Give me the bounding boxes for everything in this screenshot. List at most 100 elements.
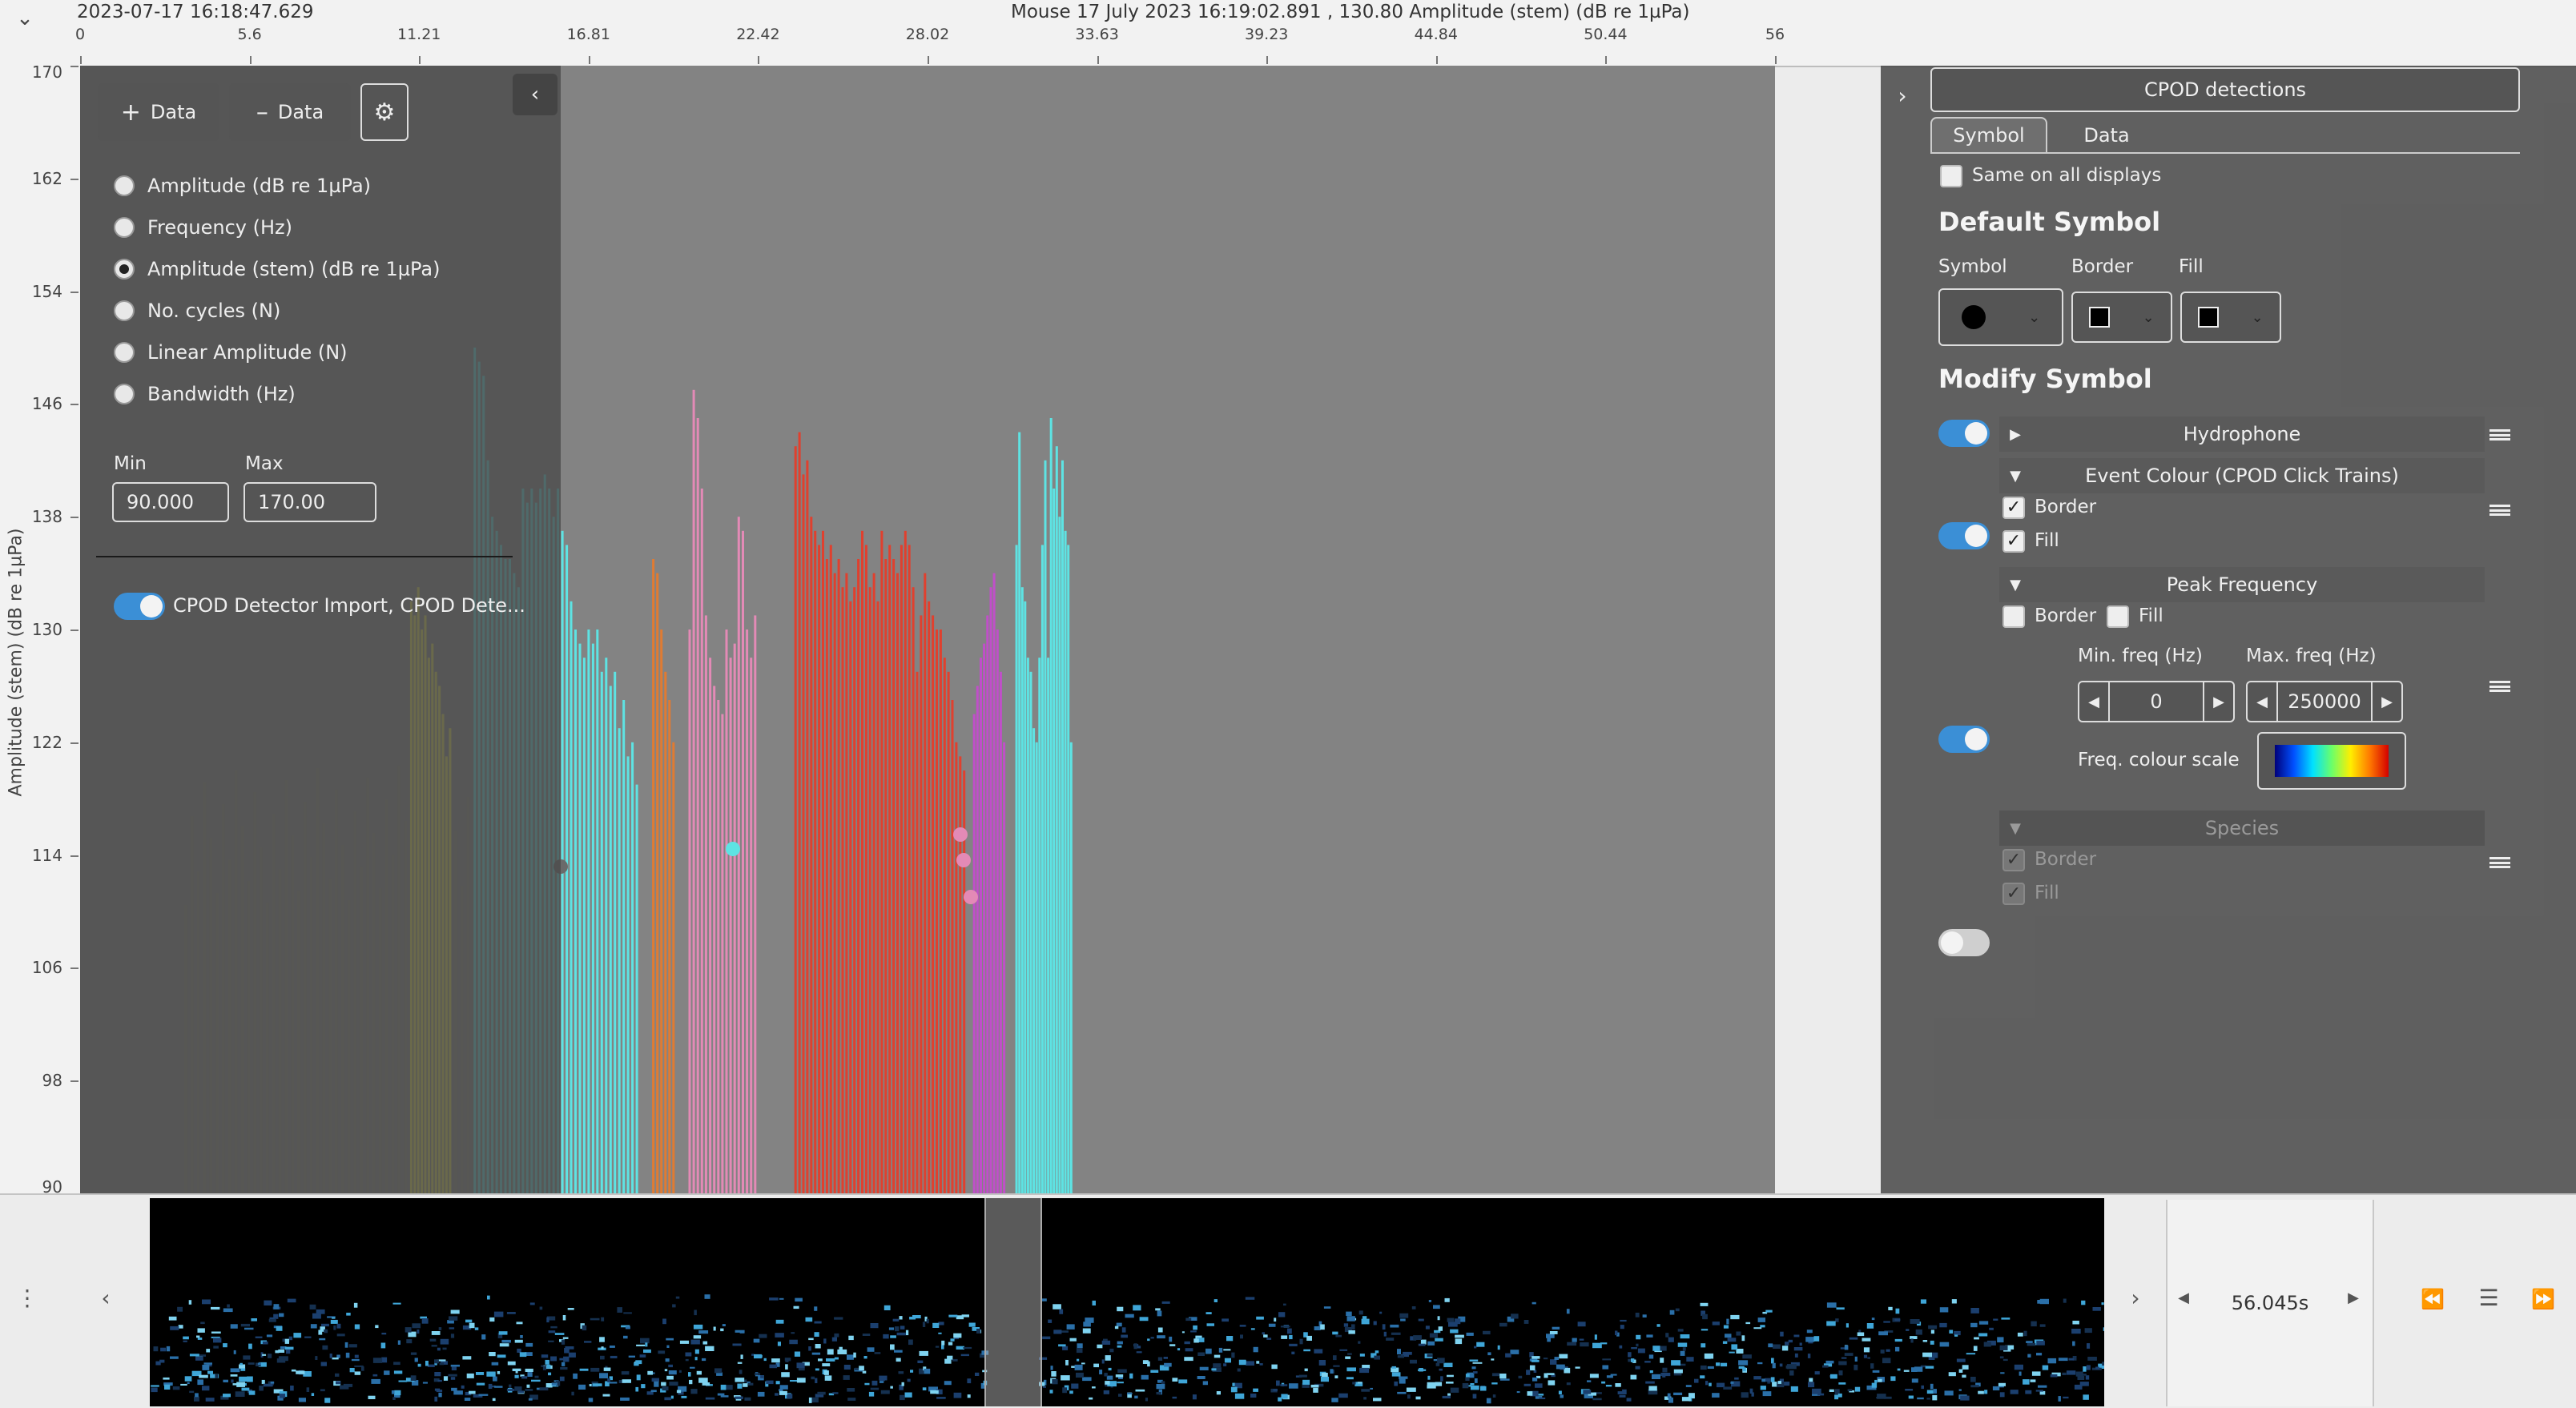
detection-bar[interactable]: [924, 573, 927, 1193]
detection-bar[interactable]: [742, 530, 744, 1193]
increment-icon[interactable]: ▶: [2373, 694, 2401, 710]
detection-bar[interactable]: [652, 559, 655, 1193]
detection-bar[interactable]: [700, 489, 703, 1193]
event-border-checkbox[interactable]: ✓: [2002, 497, 2025, 519]
detection-bar[interactable]: [818, 545, 821, 1193]
detection-bar[interactable]: [999, 671, 1002, 1193]
detection-bar[interactable]: [861, 530, 863, 1193]
symbol-select[interactable]: ⌄: [1938, 288, 2063, 346]
detection-bar[interactable]: [622, 700, 626, 1193]
spectrogram-overview[interactable]: [150, 1198, 2104, 1406]
detection-bar[interactable]: [709, 658, 712, 1193]
radio-amplitude[interactable]: [114, 175, 135, 196]
detection-bar[interactable]: [794, 446, 797, 1193]
detection-bar[interactable]: [660, 630, 663, 1193]
detection-bar[interactable]: [1067, 545, 1070, 1193]
event-colour-header[interactable]: ▼ Event Colour (CPOD Click Trains): [1999, 458, 2485, 493]
detection-bar[interactable]: [656, 573, 659, 1193]
detection-bar[interactable]: [754, 615, 757, 1193]
menu-icon[interactable]: ☰: [2469, 1285, 2509, 1311]
detection-bar[interactable]: [920, 615, 923, 1193]
radio-amplitude-stem[interactable]: [114, 259, 135, 280]
detection-bar[interactable]: [664, 671, 667, 1193]
detection-bar[interactable]: [806, 460, 809, 1193]
peak-frequency-toggle[interactable]: [1938, 726, 1990, 753]
detection-bar[interactable]: [618, 728, 621, 1193]
detection-bar[interactable]: [631, 742, 634, 1193]
detection-bar[interactable]: [578, 643, 582, 1193]
detection-bar[interactable]: [1035, 742, 1038, 1193]
option-bandwidth[interactable]: Bandwidth (Hz): [114, 378, 440, 410]
peak-frequency-header[interactable]: ▼ Peak Frequency: [1999, 567, 2485, 602]
detection-bar[interactable]: [868, 587, 871, 1193]
detection-bar[interactable]: [932, 615, 935, 1193]
detection-bar[interactable]: [1029, 671, 1032, 1193]
detection-bar[interactable]: [959, 756, 962, 1193]
detection-bar[interactable]: [1003, 742, 1006, 1193]
min-freq-stepper[interactable]: ◀ 0 ▶: [2078, 681, 2235, 722]
detection-bar[interactable]: [829, 545, 832, 1193]
chevron-right-icon[interactable]: ›: [2119, 1285, 2151, 1311]
event-colour-toggle[interactable]: [1938, 522, 1990, 549]
detection-bar[interactable]: [704, 615, 707, 1193]
detection-dot[interactable]: [726, 842, 740, 856]
detection-bar[interactable]: [1053, 489, 1056, 1193]
detection-bar[interactable]: [912, 587, 915, 1193]
fast-forward-icon[interactable]: ⏩: [2523, 1288, 2563, 1310]
detection-bar[interactable]: [989, 587, 992, 1193]
detection-bar[interactable]: [1064, 530, 1067, 1193]
detection-bar[interactable]: [746, 630, 749, 1193]
detection-dot[interactable]: [956, 853, 971, 867]
detection-bar[interactable]: [833, 573, 836, 1193]
detection-bar[interactable]: [939, 630, 942, 1193]
species-toggle[interactable]: [1938, 929, 1990, 956]
detection-bar[interactable]: [725, 630, 728, 1193]
detection-bar[interactable]: [1058, 517, 1061, 1193]
detection-bar[interactable]: [853, 587, 856, 1193]
detection-bar[interactable]: [668, 700, 671, 1193]
detection-bar[interactable]: [1069, 742, 1073, 1193]
detection-bar[interactable]: [814, 530, 817, 1193]
option-amplitude-stem[interactable]: Amplitude (stem) (dB re 1µPa): [114, 253, 440, 285]
fill-colour-select[interactable]: ⌄: [2180, 292, 2281, 343]
drag-handle-icon[interactable]: [2489, 429, 2510, 441]
min-input[interactable]: 90.000: [112, 482, 229, 522]
detection-bar[interactable]: [972, 714, 976, 1193]
settings-button[interactable]: ⚙: [360, 83, 409, 141]
collapse-left-panel-button[interactable]: ‹: [513, 74, 557, 115]
detection-bar[interactable]: [729, 658, 732, 1193]
detection-bar[interactable]: [626, 756, 630, 1193]
option-linear-amplitude[interactable]: Linear Amplitude (N): [114, 336, 440, 368]
detection-dot[interactable]: [964, 890, 978, 904]
drag-handle-icon[interactable]: [2489, 681, 2510, 692]
hydrophone-header[interactable]: ▶ Hydrophone: [1999, 416, 2485, 452]
detection-bar[interactable]: [822, 530, 824, 1193]
detection-bar[interactable]: [635, 784, 638, 1193]
detection-bar[interactable]: [986, 615, 989, 1193]
max-freq-stepper[interactable]: ◀ 250000 ▶: [2246, 681, 2403, 722]
data-source-toggle[interactable]: [114, 593, 165, 620]
radio-linear-amplitude[interactable]: [114, 342, 135, 363]
detection-bar[interactable]: [802, 474, 805, 1193]
detection-dot[interactable]: [953, 827, 968, 842]
detection-bar[interactable]: [908, 545, 911, 1193]
detection-bar[interactable]: [591, 643, 594, 1193]
detection-bar[interactable]: [1055, 446, 1058, 1193]
detection-bar[interactable]: [596, 630, 599, 1193]
detection-bar[interactable]: [888, 545, 892, 1193]
detection-bar[interactable]: [992, 573, 996, 1193]
detection-bar[interactable]: [951, 700, 954, 1193]
detection-bar[interactable]: [872, 573, 875, 1193]
option-amplitude[interactable]: Amplitude (dB re 1µPa): [114, 170, 440, 202]
min-freq-value[interactable]: 0: [2108, 682, 2204, 721]
detection-bar[interactable]: [798, 432, 801, 1193]
detection-bar[interactable]: [1049, 418, 1053, 1193]
detection-bar[interactable]: [880, 530, 883, 1193]
detection-bar[interactable]: [614, 671, 617, 1193]
decrement-icon[interactable]: ◀: [2248, 694, 2276, 710]
chevron-down-icon[interactable]: ⌄: [11, 5, 38, 32]
detection-bar[interactable]: [609, 686, 612, 1193]
detection-bar[interactable]: [947, 671, 950, 1193]
detection-bar[interactable]: [810, 517, 813, 1193]
detection-bar[interactable]: [896, 573, 899, 1193]
